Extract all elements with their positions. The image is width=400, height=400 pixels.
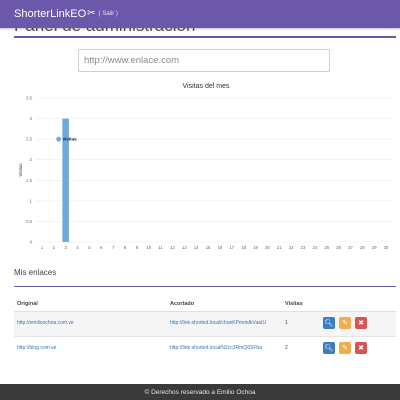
scissors-icon: ✂: [87, 8, 96, 19]
legend-label: visitas: [63, 137, 78, 142]
pencil-icon: ✎: [342, 344, 348, 352]
x-tick-label: 23: [301, 245, 306, 250]
legend-marker: [56, 136, 62, 142]
pencil-icon: ✎: [342, 319, 348, 327]
x-tick-label: 4: [76, 245, 79, 250]
y-tick-label: 0.5: [26, 219, 32, 224]
short-url-link[interactable]: http://link-shorted.local/chueKPmmdkVaaI…: [170, 320, 266, 326]
x-tick-label: 21: [277, 245, 282, 250]
title-divider: [14, 36, 396, 38]
section-divider: [14, 286, 396, 287]
x-tick-label: 20: [265, 245, 270, 250]
x-tick-label: 18: [241, 245, 246, 250]
y-tick-label: 2: [30, 157, 33, 162]
x-tick-label: 16: [218, 245, 223, 250]
chart-title: Visitas del mes: [183, 83, 230, 90]
section-title: Mis enlaces: [14, 268, 57, 277]
top-navbar: ShorterLinkEO ✂ ( Salir ): [0, 0, 400, 28]
footer: © Derechos reservado a Emilio Ochoa: [0, 384, 400, 400]
original-url-link[interactable]: http://emilioochoa.com.ve: [17, 320, 74, 326]
edit-button[interactable]: ✎: [339, 317, 351, 329]
y-tick-label: 1: [30, 198, 33, 203]
delete-button[interactable]: ✖: [355, 342, 367, 354]
y-tick-label: 1.5: [26, 178, 32, 183]
x-tick-label: 29: [372, 245, 377, 250]
view-button[interactable]: 🔍︎: [323, 317, 335, 329]
delete-button[interactable]: ✖: [355, 317, 367, 329]
close-icon: ✖: [358, 319, 364, 327]
x-tick-label: 2: [53, 245, 56, 250]
footer-text: © Derechos reservado a Emilio Ochoa: [144, 388, 256, 396]
x-tick-label: 3: [64, 245, 67, 250]
y-tick-label: 3.5: [26, 96, 32, 101]
col-header-visits: Visitas: [285, 301, 303, 307]
visit-count: 2: [285, 345, 288, 351]
y-tick-label: 2.5: [26, 137, 32, 142]
edit-button[interactable]: ✎: [339, 342, 351, 354]
x-tick-label: 24: [313, 245, 318, 250]
short-url-link[interactable]: http://link-shorted.local/N2cc3RmQ6SFba: [170, 345, 262, 351]
url-input[interactable]: [78, 49, 330, 72]
x-tick-label: 8: [124, 245, 127, 250]
x-tick-label: 1: [41, 245, 44, 250]
table-row: http://emilioochoa.com.ve http://link-sh…: [14, 312, 396, 336]
chart-y-axis-label: Visitas: [18, 163, 23, 177]
x-tick-label: 19: [253, 245, 258, 250]
x-tick-label: 10: [146, 245, 151, 250]
search-icon: 🔍︎: [324, 344, 334, 352]
x-tick-label: 6: [100, 245, 103, 250]
y-tick-label: 0: [30, 240, 33, 245]
y-tick-label: 3: [30, 116, 33, 121]
view-button[interactable]: 🔍︎: [323, 342, 335, 354]
x-tick-label: 7: [112, 245, 115, 250]
close-icon: ✖: [358, 344, 364, 352]
x-tick-label: 5: [88, 245, 91, 250]
brand[interactable]: ShorterLinkEO ✂ ( Salir ): [14, 8, 118, 20]
x-tick-label: 13: [182, 245, 187, 250]
x-tick-label: 14: [194, 245, 199, 250]
x-tick-label: 25: [324, 245, 329, 250]
col-header-short: Acortado: [170, 301, 195, 307]
x-tick-label: 12: [170, 245, 175, 250]
table-row: http://blog.com.ve http://link-shorted.l…: [14, 337, 396, 361]
x-tick-label: 27: [348, 245, 353, 250]
x-tick-label: 28: [360, 245, 365, 250]
x-tick-label: 26: [336, 245, 341, 250]
brand-name: ShorterLinkEO: [14, 8, 87, 20]
x-tick-label: 30: [384, 245, 389, 250]
original-url-link[interactable]: http://blog.com.ve: [17, 345, 56, 351]
x-tick-label: 9: [136, 245, 139, 250]
logout-link[interactable]: ( Salir ): [99, 11, 118, 17]
col-header-original: Original: [17, 301, 38, 307]
visit-count: 1: [285, 320, 288, 326]
x-tick-label: 15: [206, 245, 211, 250]
x-tick-label: 17: [229, 245, 234, 250]
search-icon: 🔍︎: [324, 319, 334, 327]
x-tick-label: 11: [158, 245, 163, 250]
visits-chart: Visitas del mes 00.511.522.533.51 2 3 4 5 6 7 8…: [18, 83, 392, 250]
x-tick-label: 22: [289, 245, 294, 250]
